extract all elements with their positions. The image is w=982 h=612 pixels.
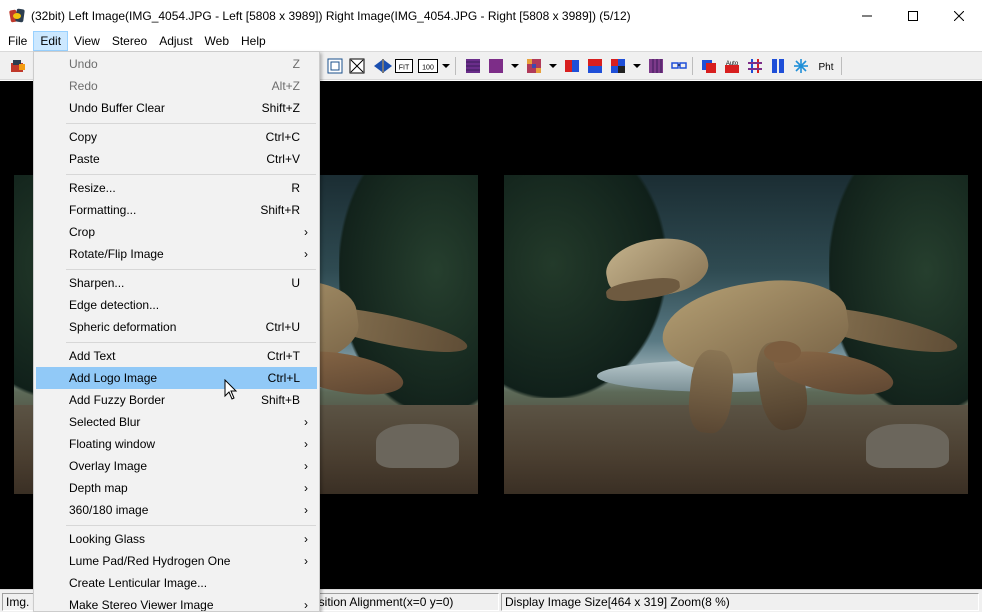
chevron-right-icon: › — [304, 247, 308, 261]
pht-label: Pht — [818, 62, 833, 73]
menu-overlay-image[interactable]: Overlay Image › — [36, 455, 317, 477]
over-under-icon[interactable] — [587, 58, 603, 74]
menu-selected-blur[interactable]: Selected Blur › — [36, 411, 317, 433]
chevron-right-icon: › — [304, 481, 308, 495]
menu-undo[interactable]: Undo Z — [36, 53, 317, 75]
auto-align-button[interactable]: Auto — [724, 58, 740, 74]
menu-copy[interactable]: Copy Ctrl+C — [36, 126, 317, 148]
menu-360-180-image[interactable]: 360/180 image › — [36, 499, 317, 521]
menu-resize[interactable]: Resize... R — [36, 177, 317, 199]
fit-window-icon[interactable] — [349, 58, 365, 74]
zoom-dropdown-icon[interactable] — [442, 64, 450, 68]
grid-icon[interactable] — [747, 58, 763, 74]
chevron-right-icon: › — [304, 598, 308, 612]
chevron-right-icon: › — [304, 225, 308, 239]
split-icon[interactable] — [770, 58, 786, 74]
open-file-icon[interactable] — [10, 58, 26, 74]
menu-formatting[interactable]: Formatting... Shift+R — [36, 199, 317, 221]
overlap-icon[interactable] — [701, 58, 717, 74]
zoom-100-label: 100 — [422, 65, 434, 72]
title-bar: (32bit) Left Image(IMG_4054.JPG - Left [… — [0, 0, 982, 31]
fit-label: FIT — [399, 65, 410, 72]
menu-add-logo-image[interactable]: Add Logo Image Ctrl+L — [36, 367, 317, 389]
chevron-right-icon: › — [304, 437, 308, 451]
quad-dropdown-icon[interactable] — [633, 64, 641, 68]
menu-web[interactable]: Web — [199, 31, 235, 51]
menu-separator — [66, 342, 316, 343]
menu-undo-buffer-clear[interactable]: Undo Buffer Clear Shift+Z — [36, 97, 317, 119]
menu-spheric-deformation[interactable]: Spheric deformation Ctrl+U — [36, 316, 317, 338]
chevron-right-icon: › — [304, 532, 308, 546]
menu-lume-pad[interactable]: Lume Pad/Red Hydrogen One › — [36, 550, 317, 572]
toolbar-separator — [692, 57, 693, 75]
toolbar-separator — [841, 57, 842, 75]
menu-add-text[interactable]: Add Text Ctrl+T — [36, 345, 317, 367]
menu-separator — [66, 123, 316, 124]
menu-file[interactable]: File — [2, 31, 33, 51]
menu-depth-map[interactable]: Depth map › — [36, 477, 317, 499]
menu-stereo[interactable]: Stereo — [106, 31, 153, 51]
menu-rotate-flip[interactable]: Rotate/Flip Image › — [36, 243, 317, 265]
glasses-icon[interactable] — [671, 58, 687, 74]
minimize-button[interactable] — [844, 0, 890, 31]
right-image[interactable] — [504, 175, 968, 494]
column-icon[interactable] — [648, 58, 664, 74]
menu-redo[interactable]: Redo Alt+Z — [36, 75, 317, 97]
menu-separator — [66, 174, 316, 175]
menu-edit[interactable]: Edit — [33, 31, 69, 51]
menu-floating-window[interactable]: Floating window › — [36, 433, 317, 455]
status-alignment: Position Alignment(x=0 y=0) — [300, 593, 499, 611]
chevron-right-icon: › — [304, 554, 308, 568]
swap-lr-icon[interactable] — [373, 58, 393, 74]
menu-bar: File Edit View Stereo Adjust Web Help — [0, 31, 982, 51]
auto-label: Auto — [726, 61, 739, 67]
status-display-size: Display Image Size[464 x 319] Zoom(8 %) — [501, 593, 979, 611]
maximize-icon — [908, 10, 918, 21]
close-icon — [954, 10, 964, 21]
pht-button[interactable]: Pht — [816, 58, 836, 74]
checker-dropdown-icon[interactable] — [549, 64, 557, 68]
menu-stereo-viewer-image[interactable]: Make Stereo Viewer Image › — [36, 594, 317, 612]
menu-crop[interactable]: Crop › — [36, 221, 317, 243]
menu-add-fuzzy-border[interactable]: Add Fuzzy Border Shift+B — [36, 389, 317, 411]
quad-icon[interactable] — [610, 58, 626, 74]
close-button[interactable] — [936, 0, 982, 31]
app-icon[interactable] — [9, 8, 25, 24]
menu-edge-detection[interactable]: Edge detection... — [36, 294, 317, 316]
window-title: (32bit) Left Image(IMG_4054.JPG - Left [… — [31, 8, 631, 23]
chevron-right-icon: › — [304, 459, 308, 473]
frame-icon[interactable] — [327, 58, 343, 74]
interlace-icon[interactable] — [465, 58, 481, 74]
menu-view[interactable]: View — [68, 31, 106, 51]
maximize-button[interactable] — [890, 0, 936, 31]
menu-create-lenticular[interactable]: Create Lenticular Image... — [36, 572, 317, 594]
toolbar-separator — [455, 57, 456, 75]
menu-help[interactable]: Help — [235, 31, 272, 51]
snowflake-icon[interactable] — [793, 58, 809, 74]
side-by-side-icon[interactable] — [564, 58, 580, 74]
chevron-right-icon: › — [304, 503, 308, 517]
mouse-cursor-icon — [224, 379, 238, 400]
menu-adjust[interactable]: Adjust — [153, 31, 198, 51]
menu-paste[interactable]: Paste Ctrl+V — [36, 148, 317, 170]
menu-looking-glass[interactable]: Looking Glass › — [36, 528, 317, 550]
minimize-icon — [862, 15, 872, 16]
edit-menu-dropdown: Undo Z Redo Alt+Z Undo Buffer Clear Shif… — [33, 51, 320, 612]
fit-button[interactable]: FIT — [395, 58, 413, 74]
anaglyph-icon[interactable] — [488, 58, 504, 74]
chevron-right-icon: › — [304, 415, 308, 429]
zoom-100-button[interactable]: 100 — [418, 58, 438, 74]
menu-separator — [66, 269, 316, 270]
checker-icon[interactable] — [526, 58, 542, 74]
menu-sharpen[interactable]: Sharpen... U — [36, 272, 317, 294]
menu-separator — [66, 525, 316, 526]
anaglyph-dropdown-icon[interactable] — [511, 64, 519, 68]
